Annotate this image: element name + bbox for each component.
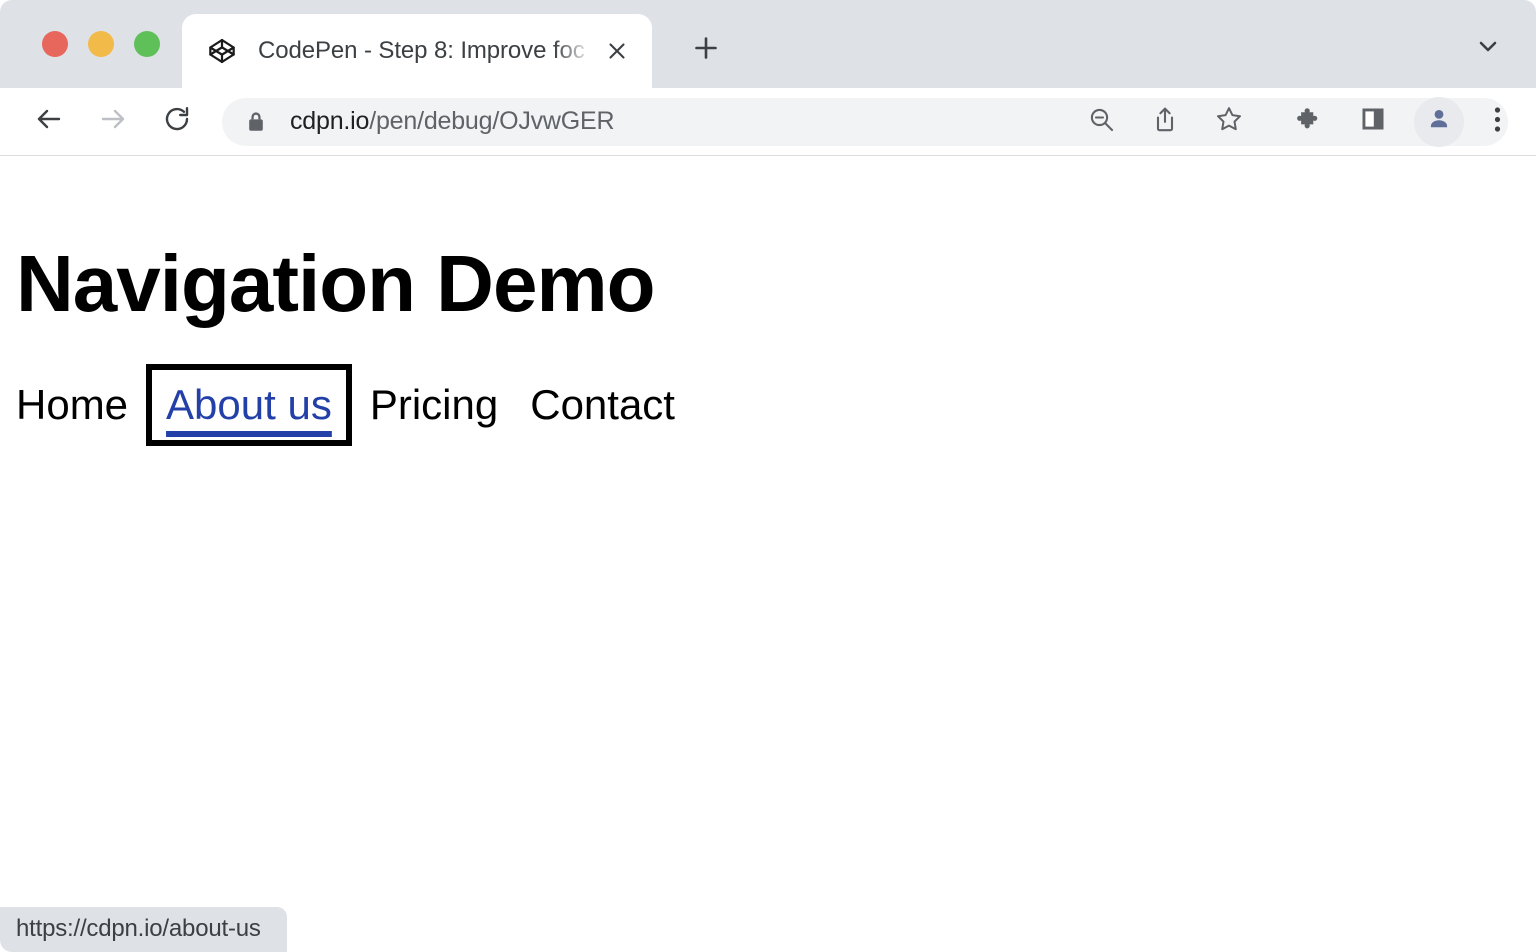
back-arrow-icon xyxy=(33,103,65,140)
lock-icon[interactable] xyxy=(244,110,268,134)
bookmark-button[interactable] xyxy=(1204,97,1254,147)
browser-toolbar: cdpn.io/pen/debug/OJvwGER xyxy=(0,88,1536,156)
page-viewport: Navigation Demo Home About us Pricing Co… xyxy=(0,157,1536,952)
side-panel-icon xyxy=(1360,106,1386,137)
nav-link-contact[interactable]: Contact xyxy=(530,382,675,428)
window-minimize-button[interactable] xyxy=(88,31,114,57)
tab-title: CodePen - Step 8: Improve foc xyxy=(258,37,592,65)
nav-link-home[interactable]: Home xyxy=(16,382,128,428)
share-button[interactable] xyxy=(1140,97,1190,147)
tab-strip: CodePen - Step 8: Improve foc xyxy=(0,0,1536,88)
chevron-down-icon xyxy=(1476,34,1500,63)
share-icon xyxy=(1152,106,1178,137)
forward-button[interactable] xyxy=(86,95,140,149)
back-button[interactable] xyxy=(22,95,76,149)
profile-avatar-icon xyxy=(1426,106,1452,137)
tab-search-button[interactable] xyxy=(1462,22,1514,74)
url-path: /pen/debug/OJvwGER xyxy=(369,107,614,135)
site-navigation: Home About us Pricing Contact xyxy=(16,382,1536,428)
toolbar-actions xyxy=(1076,88,1518,156)
window-close-button[interactable] xyxy=(42,31,68,57)
zoom-out-button[interactable] xyxy=(1076,97,1126,147)
new-tab-button[interactable] xyxy=(678,22,734,78)
close-icon[interactable] xyxy=(598,32,636,70)
extensions-button[interactable] xyxy=(1284,97,1334,147)
three-dot-menu-icon xyxy=(1494,106,1501,138)
url-text: cdpn.io/pen/debug/OJvwGER xyxy=(290,107,614,136)
zoom-out-icon xyxy=(1088,106,1115,138)
browser-window: CodePen - Step 8: Improve foc xyxy=(0,0,1536,952)
url-host: cdpn.io xyxy=(290,107,369,135)
window-maximize-button[interactable] xyxy=(134,31,160,57)
forward-arrow-icon xyxy=(97,103,129,140)
browser-menu-button[interactable] xyxy=(1476,97,1518,147)
side-panel-button[interactable] xyxy=(1348,97,1398,147)
nav-link-about-us[interactable]: About us xyxy=(164,382,334,428)
codepen-icon xyxy=(208,37,236,65)
page-title: Navigation Demo xyxy=(16,244,1536,324)
status-bar-url: https://cdpn.io/about-us xyxy=(0,907,287,952)
reload-button[interactable] xyxy=(150,95,204,149)
nav-link-pricing[interactable]: Pricing xyxy=(370,382,498,428)
traffic-lights xyxy=(0,0,182,88)
reload-icon xyxy=(162,104,192,139)
tabs-area: CodePen - Step 8: Improve foc xyxy=(182,0,1536,88)
bookmark-star-icon xyxy=(1215,105,1243,138)
plus-icon xyxy=(693,35,719,66)
puzzle-icon xyxy=(1296,106,1323,138)
browser-tab[interactable]: CodePen - Step 8: Improve foc xyxy=(182,14,652,88)
profile-button[interactable] xyxy=(1414,97,1464,147)
